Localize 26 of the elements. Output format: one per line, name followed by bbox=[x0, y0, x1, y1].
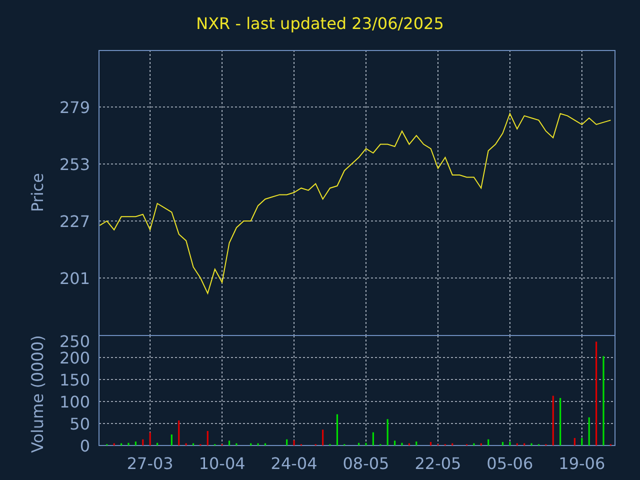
axis-tick-label: 227 bbox=[59, 212, 90, 231]
axis-tick-label: 100 bbox=[59, 392, 90, 412]
axis-tick-label: 08-05 bbox=[342, 454, 390, 473]
volume-bar bbox=[228, 440, 230, 446]
axis-tick-label: 253 bbox=[59, 155, 90, 174]
axis-tick-label: 50 bbox=[70, 414, 90, 434]
axis-tick-label: 19-06 bbox=[558, 454, 606, 473]
axis-tick-label: 10-04 bbox=[198, 454, 246, 473]
volume-bar bbox=[394, 440, 396, 446]
volume-bar bbox=[192, 443, 194, 446]
axis-tick-label: 27-03 bbox=[126, 454, 174, 473]
chart-title: NXR - last updated 23/06/2025 bbox=[195, 12, 445, 34]
volume-bar bbox=[430, 442, 432, 446]
axis-tick-label: 201 bbox=[59, 269, 90, 288]
volume-bar bbox=[264, 443, 266, 446]
axis-tick-label: 200 bbox=[59, 348, 90, 368]
axis-title: Volume (0000) bbox=[28, 335, 47, 453]
axis-tick-label: 150 bbox=[59, 370, 90, 390]
axis-tick-label: 250 bbox=[59, 335, 90, 351]
axis-title: Price bbox=[28, 172, 47, 212]
axis-tick-label: 05-06 bbox=[486, 454, 534, 473]
axis-tick-label: 24-04 bbox=[270, 454, 318, 473]
volume-bar bbox=[502, 442, 504, 446]
axis-tick-label: 0 bbox=[80, 436, 90, 456]
axis-tick-label: 22-05 bbox=[414, 454, 462, 473]
axis-tick-label: 279 bbox=[59, 98, 90, 117]
